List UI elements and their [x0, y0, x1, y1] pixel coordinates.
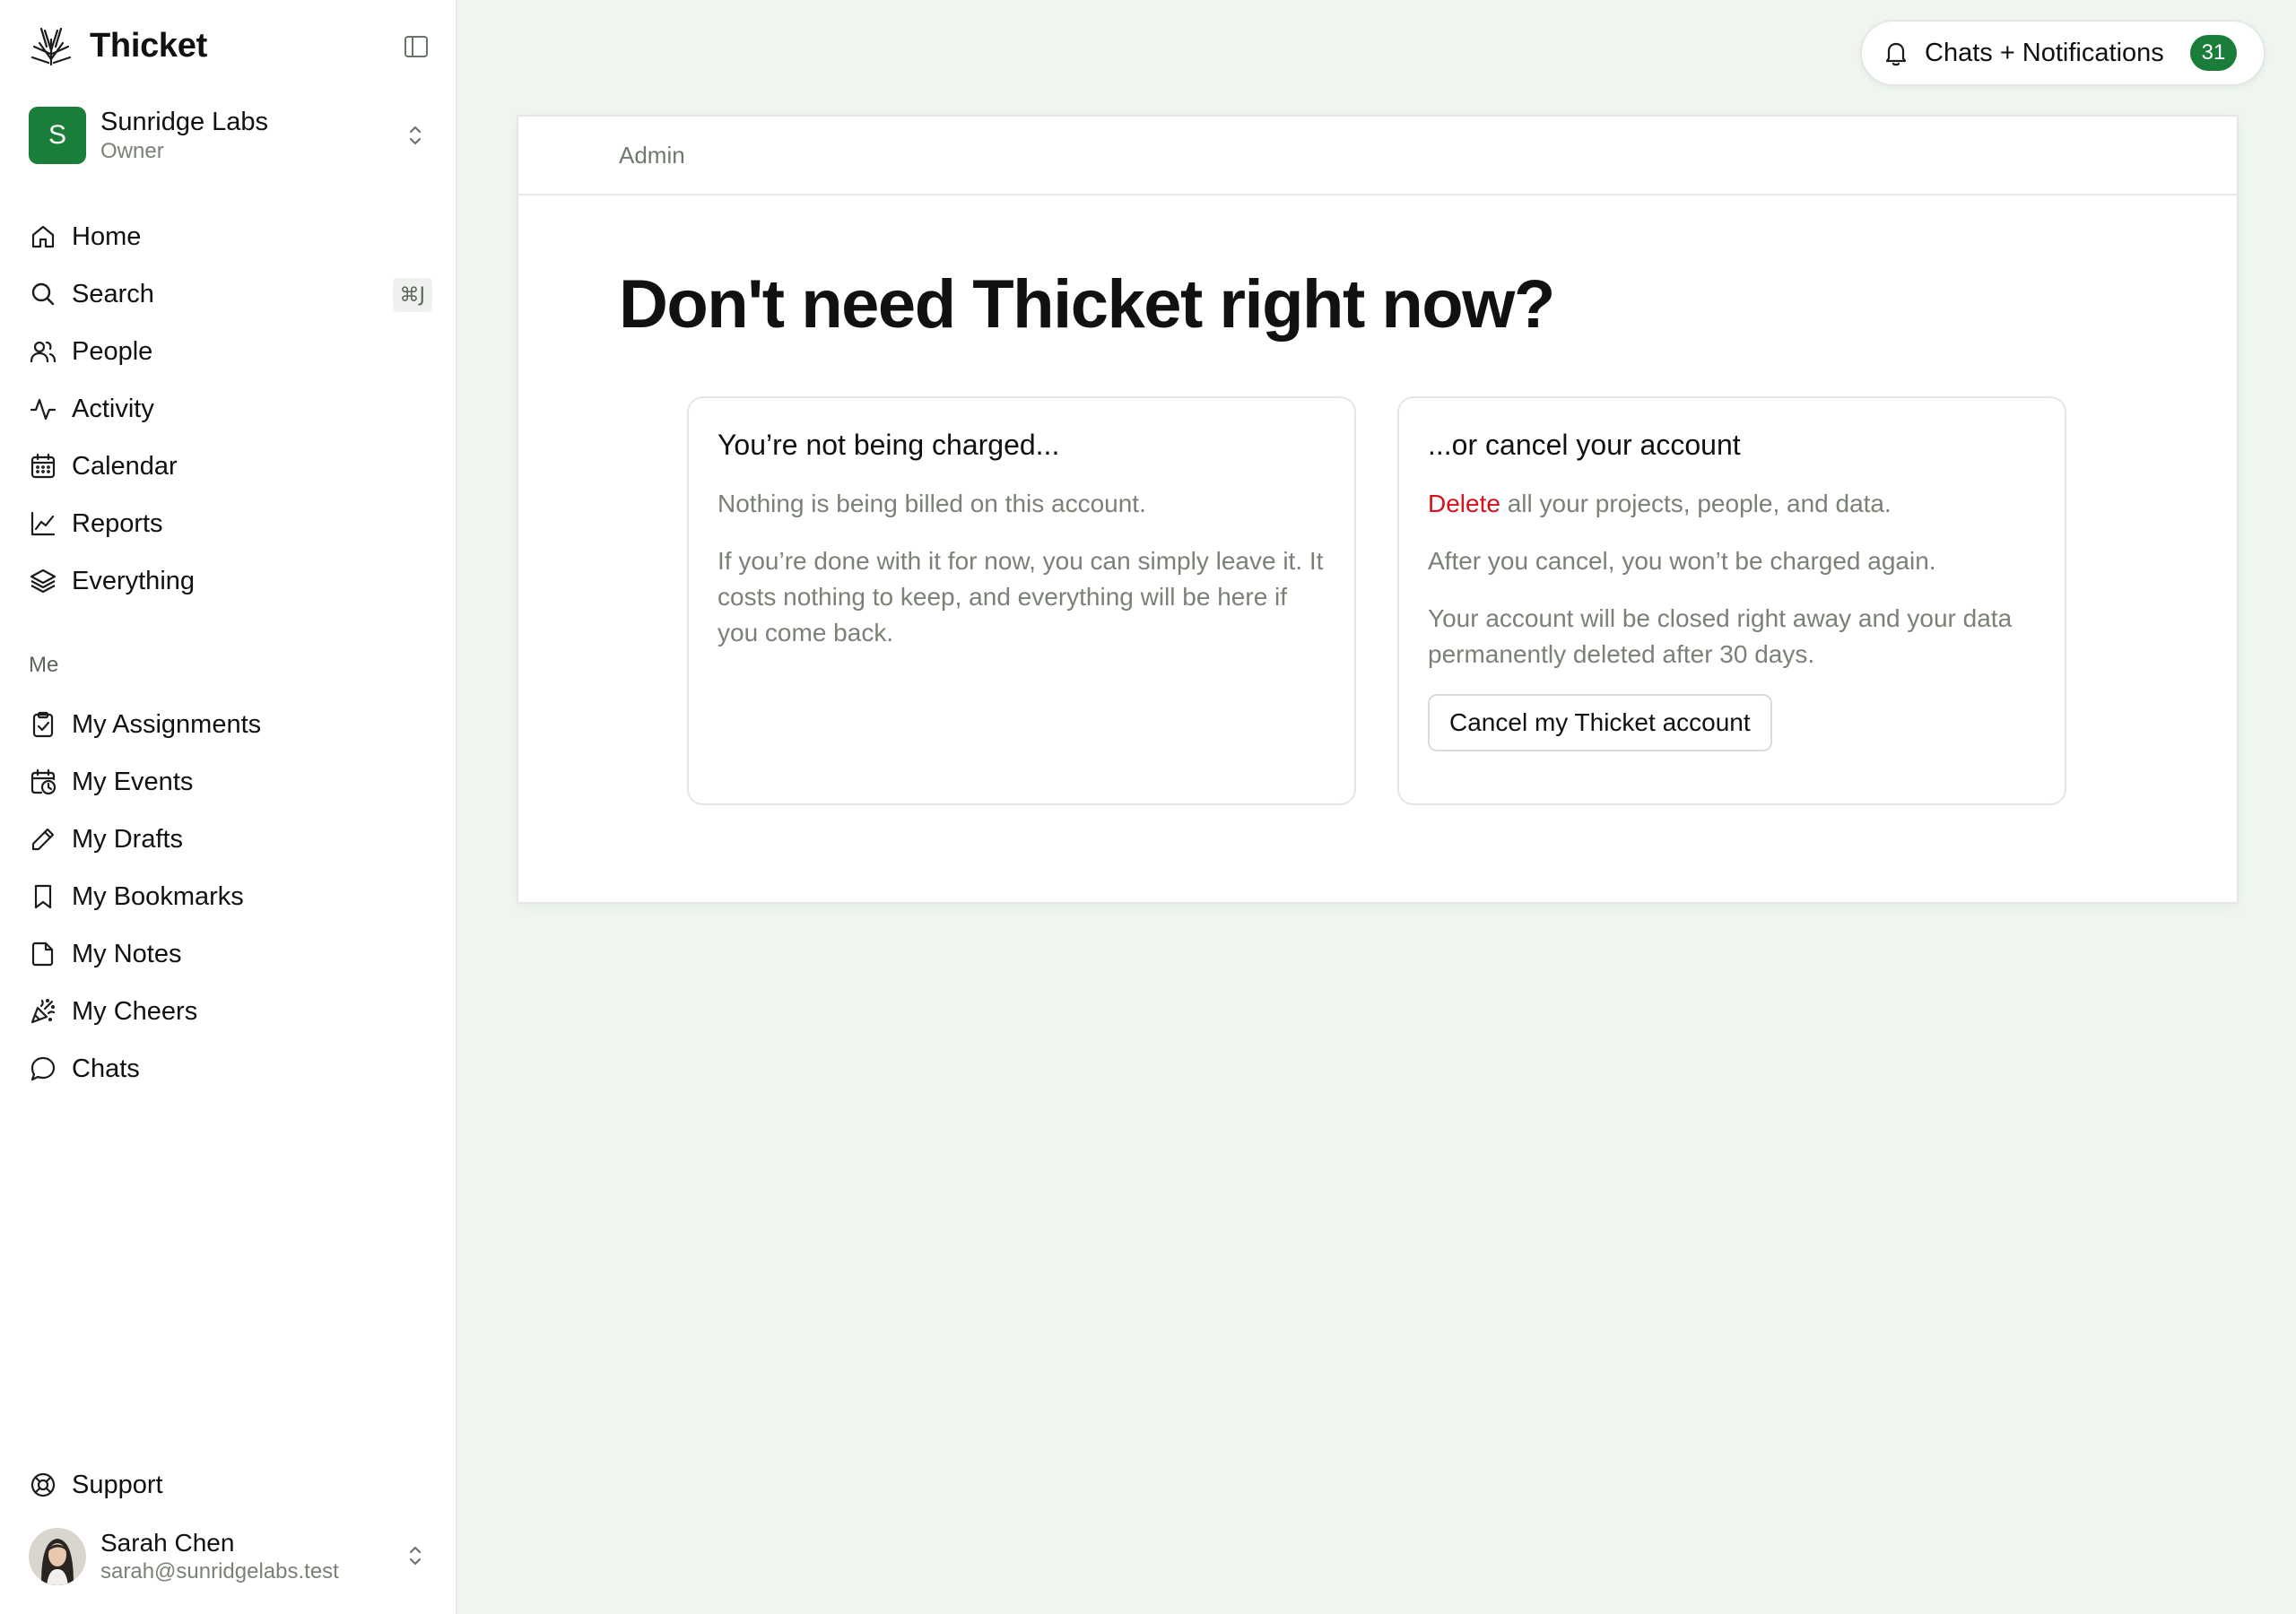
sidebar-toggle-icon	[404, 36, 428, 57]
chart-icon	[30, 511, 56, 536]
org-avatar: S	[29, 107, 86, 164]
search-shortcut: ⌘J	[392, 278, 432, 312]
nav-item-support[interactable]: Support	[29, 1456, 432, 1514]
org-switcher[interactable]: S Sunridge Labs Owner	[29, 106, 432, 165]
notifications-label: Chats + Notifications	[1925, 38, 2164, 67]
brand[interactable]: Thicket	[29, 23, 207, 68]
nav-label: Everything	[72, 566, 196, 595]
delete-highlight: Delete	[1428, 490, 1500, 517]
breadcrumb[interactable]: Admin	[619, 142, 685, 169]
sidebar: Thicket S Sunridge Labs Owner Home Searc…	[0, 0, 457, 1614]
user-email: sarah@sunridgelabs.test	[100, 1559, 339, 1584]
nav-label: Search	[72, 279, 154, 308]
thicket-logo-icon	[30, 27, 72, 66]
nav-item-everything[interactable]: Everything	[29, 552, 432, 610]
calendar-clock-icon	[30, 768, 57, 795]
avatar	[29, 1528, 86, 1585]
nav-label: My Notes	[72, 939, 182, 968]
user-chevron	[398, 1539, 432, 1573]
nav-item-reports[interactable]: Reports	[29, 495, 432, 552]
nav-label: People	[72, 336, 153, 366]
clipboard-check-icon	[32, 711, 54, 738]
me-nav: My Assignments My Events My Drafts My Bo…	[29, 696, 432, 1098]
layers-icon	[30, 568, 57, 594]
nav-item-activity[interactable]: Activity	[29, 380, 432, 438]
chat-bubble-icon	[30, 1056, 56, 1081]
bell-icon	[1885, 42, 1907, 66]
nav-label: Calendar	[72, 451, 178, 481]
people-icon	[30, 341, 57, 363]
cancel-account-card: ...or cancel your account Delete all you…	[1397, 396, 2066, 805]
search-icon	[31, 282, 55, 306]
nav-item-calendar[interactable]: Calendar	[29, 438, 432, 495]
card-text: Delete all your projects, people, and da…	[1428, 486, 2036, 522]
notifications-count-badge: 31	[2190, 35, 2237, 71]
nav-item-my-notes[interactable]: My Notes	[29, 925, 432, 983]
nav-label: Home	[72, 221, 142, 251]
party-popper-icon	[30, 998, 56, 1024]
note-icon	[31, 941, 54, 967]
bookmark-icon	[34, 884, 52, 909]
nav-item-my-assignments[interactable]: My Assignments	[29, 696, 432, 753]
app-name: Thicket	[90, 26, 207, 65]
user-menu[interactable]: Sarah Chen sarah@sunridgelabs.test	[29, 1526, 432, 1587]
activity-icon	[30, 398, 57, 421]
nav-item-my-cheers[interactable]: My Cheers	[29, 983, 432, 1040]
calendar-icon	[30, 453, 56, 479]
card-text: Nothing is being billed on this account.	[718, 490, 1146, 517]
nav-label: My Assignments	[72, 709, 262, 739]
card-text: After you cancel, you won’t be charged a…	[1428, 547, 1936, 575]
panel-header: Admin	[518, 117, 2237, 195]
home-icon	[31, 225, 55, 248]
delete-sentence-rest: all your projects, people, and data.	[1500, 490, 1892, 517]
pencil-icon	[31, 828, 55, 851]
nav-item-my-events[interactable]: My Events	[29, 753, 432, 811]
org-role: Owner	[100, 139, 164, 163]
card-title: ...or cancel your account	[1428, 429, 1741, 461]
support-nav: Support	[29, 1456, 432, 1514]
section-label-me: Me	[29, 653, 59, 677]
main-nav: Home Search ⌘J People Activity Calendar …	[29, 208, 432, 610]
nav-label: My Cheers	[72, 996, 198, 1026]
nav-item-chats[interactable]: Chats	[29, 1040, 432, 1098]
nav-item-home[interactable]: Home	[29, 208, 432, 265]
org-name: Sunridge Labs	[100, 108, 269, 136]
nav-label: My Drafts	[72, 824, 184, 854]
main-panel: Admin Don't need Thicket right now? You’…	[517, 115, 2239, 904]
card-text: Your account will be closed right away a…	[1428, 604, 2013, 668]
user-name: Sarah Chen	[100, 1529, 235, 1557]
lifebuoy-icon	[30, 1472, 56, 1497]
nav-label: Support	[72, 1470, 163, 1499]
nav-item-my-drafts[interactable]: My Drafts	[29, 811, 432, 868]
nav-label: Chats	[72, 1054, 140, 1083]
nav-item-search[interactable]: Search ⌘J	[29, 265, 432, 323]
cancel-account-button[interactable]: Cancel my Thicket account	[1428, 694, 1772, 751]
page-title: Don't need Thicket right now?	[619, 266, 1555, 343]
card-text: If you’re done with it for now, you can …	[718, 547, 1324, 646]
nav-label: My Events	[72, 767, 194, 796]
collapse-sidebar-button[interactable]	[400, 30, 432, 63]
nav-item-people[interactable]: People	[29, 323, 432, 380]
chevron-up-down-icon	[409, 126, 422, 145]
nav-label: My Bookmarks	[72, 881, 244, 911]
not-charged-card: You’re not being charged... Nothing is b…	[687, 396, 1356, 805]
chats-notifications-button[interactable]: Chats + Notifications 31	[1860, 20, 2266, 86]
nav-label: Activity	[72, 394, 154, 423]
card-title: You’re not being charged...	[718, 429, 1060, 461]
nav-label: Reports	[72, 508, 163, 538]
chevron-up-down-icon	[409, 1546, 422, 1566]
org-chevron	[398, 118, 432, 152]
nav-item-my-bookmarks[interactable]: My Bookmarks	[29, 868, 432, 925]
